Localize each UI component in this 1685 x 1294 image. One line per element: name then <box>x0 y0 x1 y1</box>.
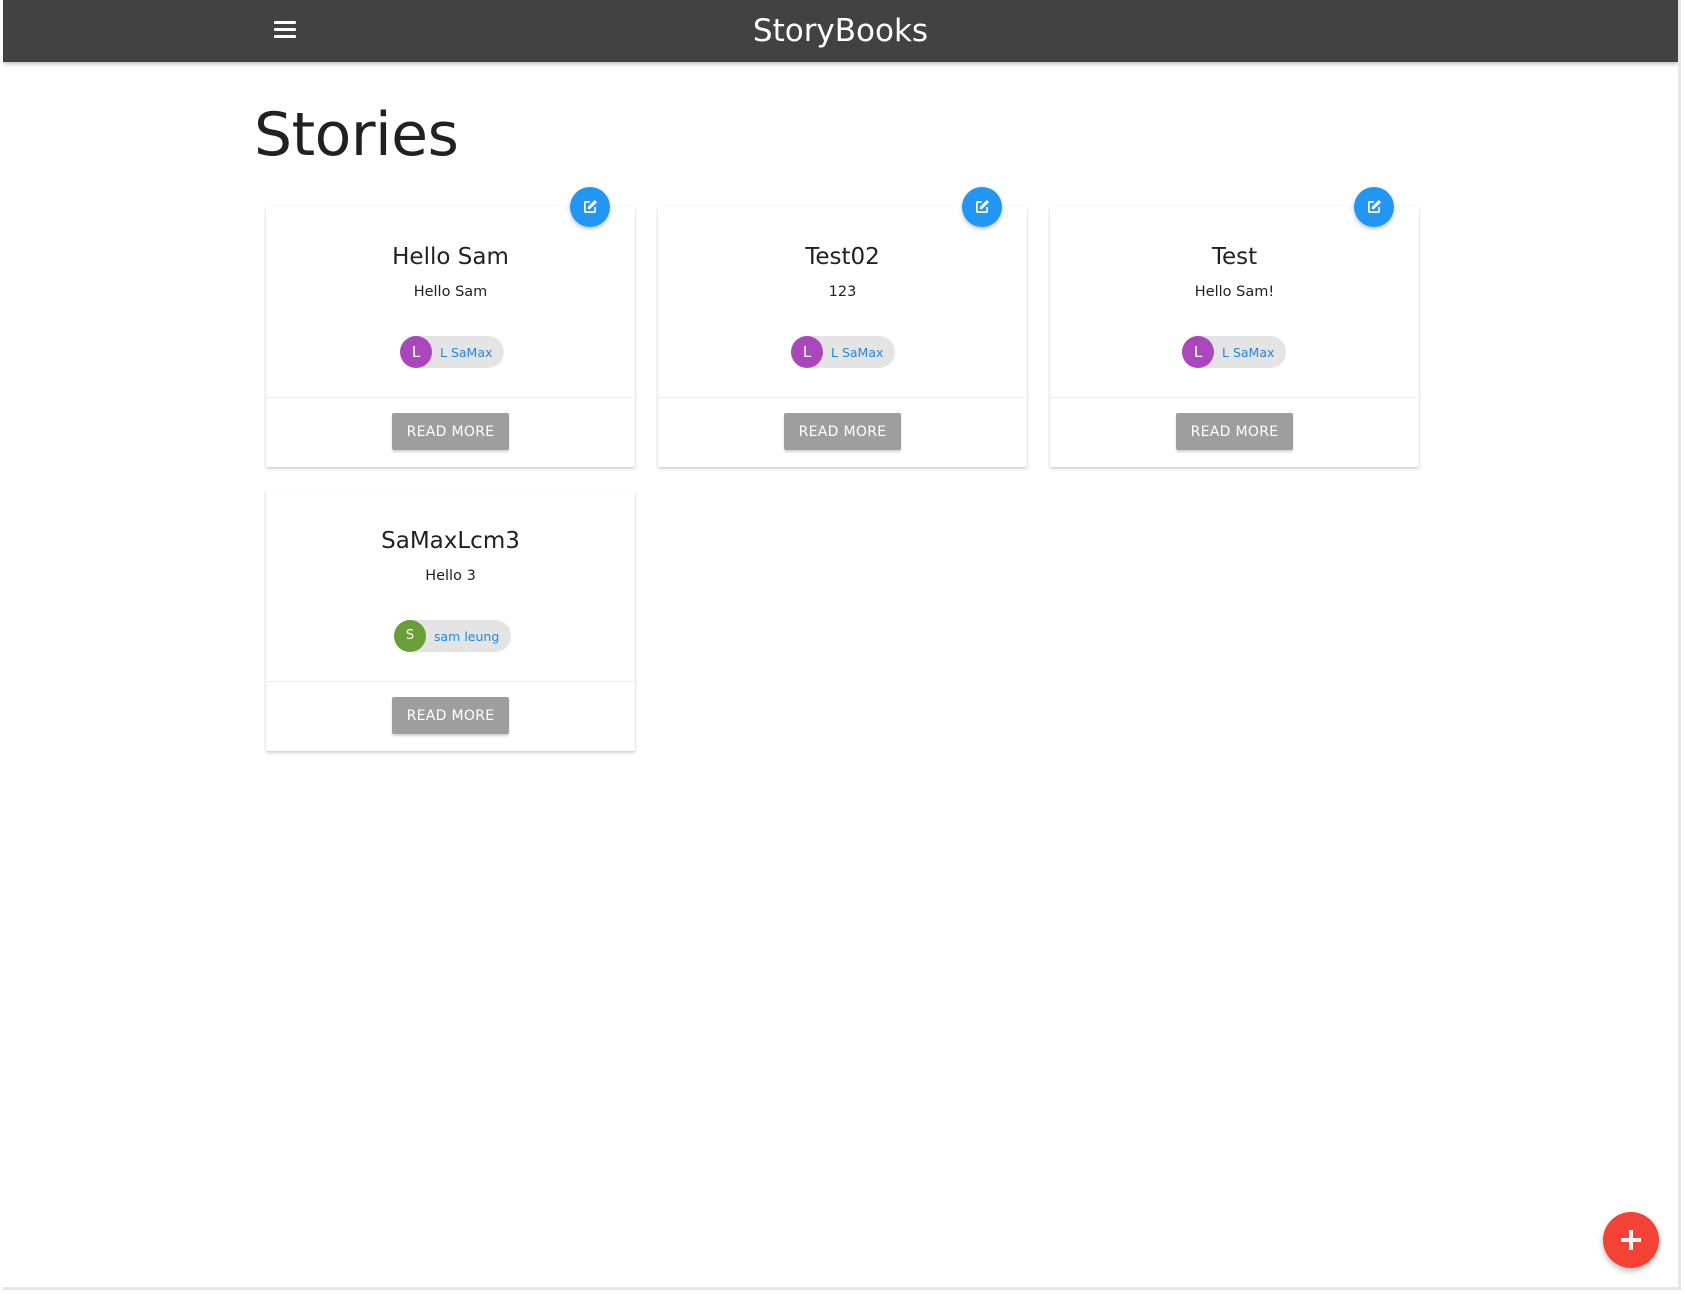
edit-icon <box>976 199 990 213</box>
card-action: READ MORE <box>658 398 1027 467</box>
menu-icon[interactable] <box>271 15 301 45</box>
story-card: Hello Sam Hello Sam L L SaMax READ MORE <box>266 206 635 467</box>
story-title: SaMaxLcm3 <box>381 528 520 554</box>
edit-icon <box>1368 199 1382 213</box>
card-action: READ MORE <box>1050 398 1419 467</box>
story-card: SaMaxLcm3 Hello 3 S sam leung READ MORE <box>266 490 635 751</box>
brand-logo-link[interactable]: StoryBooks <box>753 13 928 49</box>
author-chip[interactable]: L L SaMax <box>400 336 505 368</box>
navbar: StoryBooks <box>3 0 1678 62</box>
story-body: 123 <box>828 284 857 300</box>
edit-story-button[interactable] <box>1354 187 1394 227</box>
author-name: L SaMax <box>440 344 493 360</box>
page: StoryBooks Stories Hello Sam Hello Sam L… <box>3 0 1681 1290</box>
author-name: L SaMax <box>1222 344 1275 360</box>
edit-icon <box>584 199 598 213</box>
read-more-button[interactable]: READ MORE <box>392 697 509 734</box>
author-name: L SaMax <box>831 344 884 360</box>
edit-story-button[interactable] <box>570 187 610 227</box>
read-more-button[interactable]: READ MORE <box>392 413 509 450</box>
story-body: Hello Sam <box>413 284 488 300</box>
read-more-button[interactable]: READ MORE <box>1176 413 1293 450</box>
edit-story-button[interactable] <box>962 187 1002 227</box>
story-title: Test <box>1211 244 1258 270</box>
brand: StoryBooks <box>3 0 1678 62</box>
card-content: Test Hello Sam! L L SaMax <box>1050 206 1419 398</box>
read-more-button[interactable]: READ MORE <box>784 413 901 450</box>
avatar: L <box>1182 336 1214 368</box>
story-title: Test02 <box>805 244 880 270</box>
story-card: Test02 123 L L SaMax READ MORE <box>658 206 1027 467</box>
plus-icon <box>1621 1230 1641 1250</box>
card-action: READ MORE <box>266 682 635 751</box>
add-story-button[interactable] <box>1603 1212 1659 1268</box>
story-title: Hello Sam <box>392 244 509 270</box>
card-content: Test02 123 L L SaMax <box>658 206 1027 398</box>
author-chip[interactable]: L L SaMax <box>791 336 896 368</box>
avatar: L <box>791 336 823 368</box>
story-body: Hello Sam! <box>1194 284 1275 300</box>
card-action: READ MORE <box>266 398 635 467</box>
page-title: Stories <box>254 100 459 170</box>
author-chip[interactable]: L L SaMax <box>1182 336 1287 368</box>
author-chip[interactable]: S sam leung <box>394 620 512 652</box>
card-content: Hello Sam Hello Sam L L SaMax <box>266 206 635 398</box>
author-name: sam leung <box>434 628 500 644</box>
story-body: Hello 3 <box>425 568 476 584</box>
card-content: SaMaxLcm3 Hello 3 S sam leung <box>266 490 635 682</box>
story-card: Test Hello Sam! L L SaMax READ MORE <box>1050 206 1419 467</box>
avatar: L <box>400 336 432 368</box>
avatar: S <box>394 620 426 652</box>
